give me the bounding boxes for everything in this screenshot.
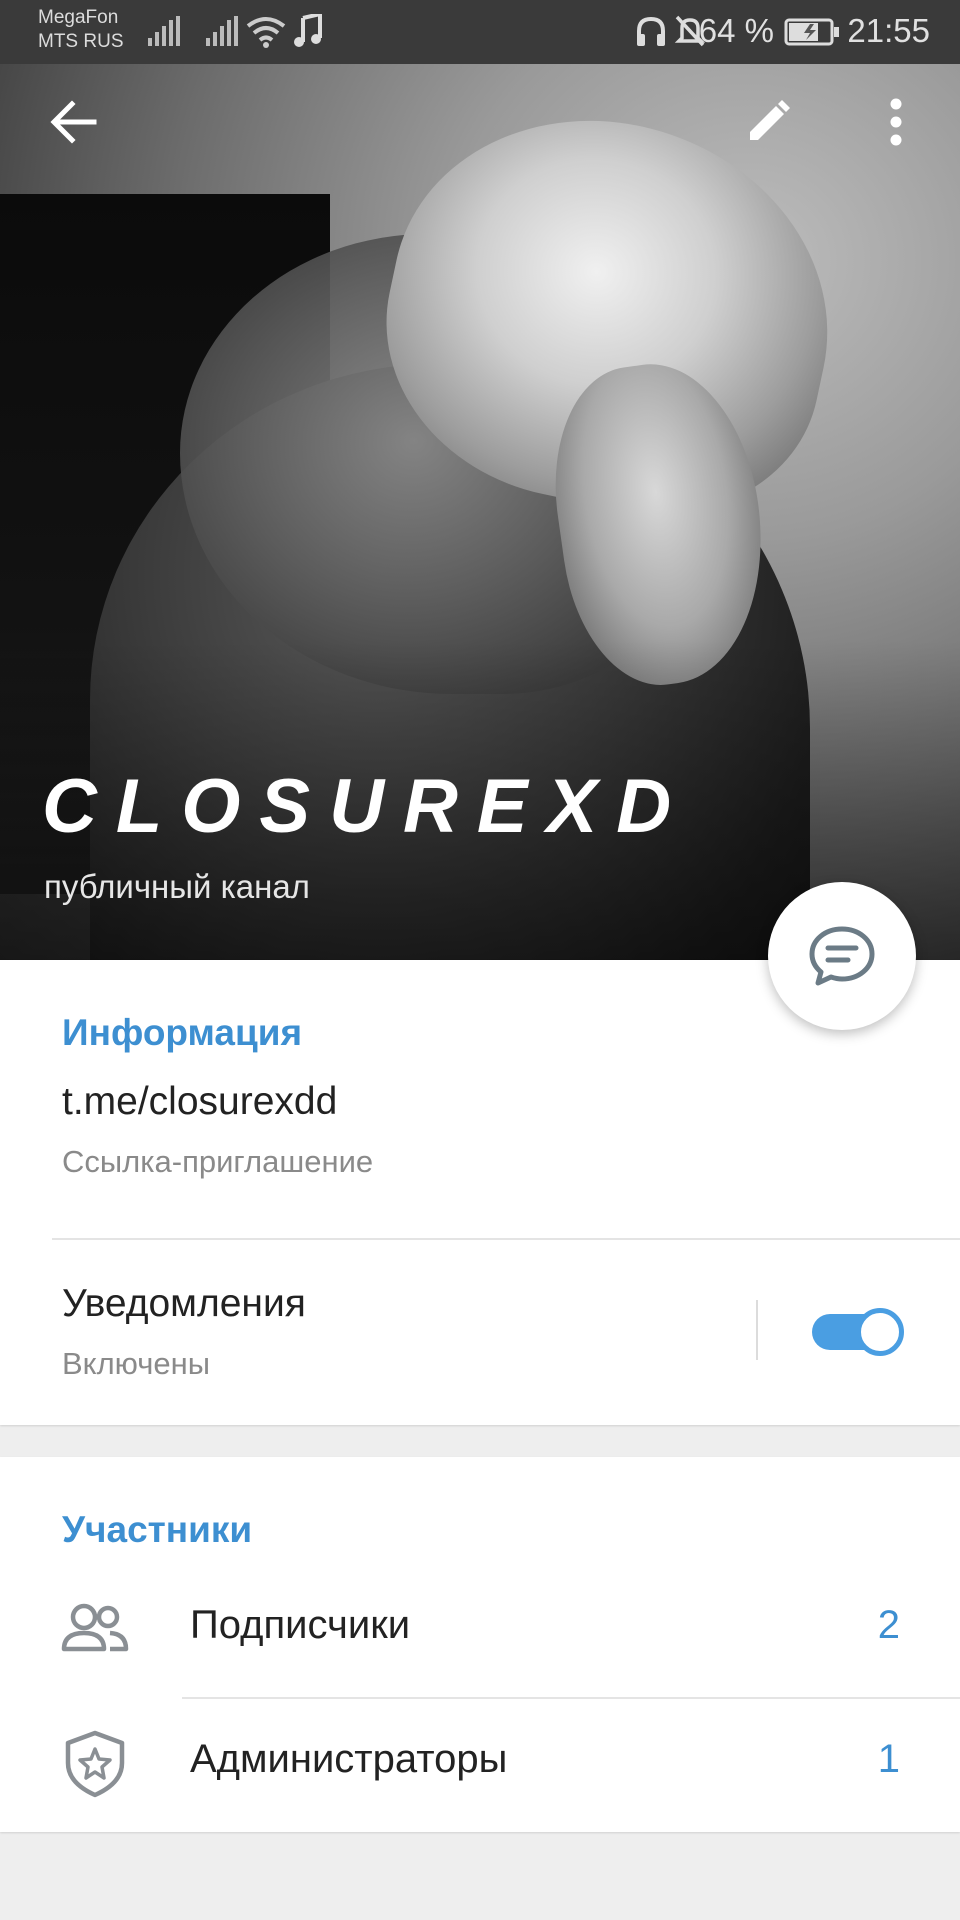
message-icon — [809, 926, 875, 986]
clock: 21:55 — [847, 12, 930, 49]
members-section: Участники Подписчики 2 Администраторы 1 — [0, 1457, 960, 1832]
signal-2-icon — [206, 16, 238, 46]
invite-link-caption: Ссылка-приглашение — [62, 1144, 374, 1179]
subscribers-label: Подписчики — [190, 1603, 411, 1647]
channel-type: публичный канал — [44, 868, 310, 905]
invite-link-text: t.me/closurexdd — [62, 1080, 338, 1123]
carrier-info: MegaFon MTS RUS — [38, 6, 124, 54]
pencil-icon — [750, 100, 790, 140]
signal-1-icon — [148, 16, 180, 46]
members-section-title: Участники — [62, 1509, 253, 1550]
people-icon — [61, 1603, 129, 1652]
headphones-icon — [637, 16, 665, 46]
administrators-label: Администраторы — [190, 1737, 508, 1781]
toggle-separator — [756, 1300, 758, 1360]
back-button[interactable] — [26, 74, 122, 170]
more-vert-icon — [890, 98, 902, 146]
admin-shield-icon — [65, 1730, 125, 1798]
info-section-title: Информация — [62, 1012, 303, 1053]
status-bar: MegaFon MTS RUS 64 % 21:55 — [0, 0, 960, 64]
battery-icon — [784, 18, 839, 46]
notifications-toggle[interactable] — [812, 1308, 904, 1356]
more-options-button[interactable] — [848, 74, 944, 170]
battery-percent: 64 % — [698, 12, 774, 49]
notifications-row[interactable]: Уведомления Включены — [0, 1242, 960, 1422]
administrators-row[interactable]: Администраторы 1 — [0, 1697, 960, 1831]
open-chat-button[interactable] — [768, 882, 916, 1030]
divider — [52, 1238, 960, 1240]
subscribers-count: 2 — [877, 1603, 900, 1647]
music-icon — [294, 14, 322, 47]
notifications-state: Включены — [62, 1346, 211, 1381]
notifications-title: Уведомления — [62, 1282, 306, 1325]
carrier-2: MTS RUS — [38, 31, 124, 52]
subscribers-row[interactable]: Подписчики 2 — [0, 1563, 960, 1697]
administrators-count: 1 — [877, 1737, 900, 1781]
back-arrow-icon — [50, 100, 97, 144]
invite-link-row[interactable]: t.me/closurexdd Ссылка-приглашение — [0, 1060, 960, 1200]
carrier-1: MegaFon — [38, 7, 119, 28]
edit-button[interactable] — [720, 74, 816, 170]
channel-name: CLOSUREXD — [42, 764, 691, 849]
info-section: Информация t.me/closurexdd Ссылка-пригла… — [0, 960, 960, 1425]
wifi-icon — [246, 17, 286, 48]
